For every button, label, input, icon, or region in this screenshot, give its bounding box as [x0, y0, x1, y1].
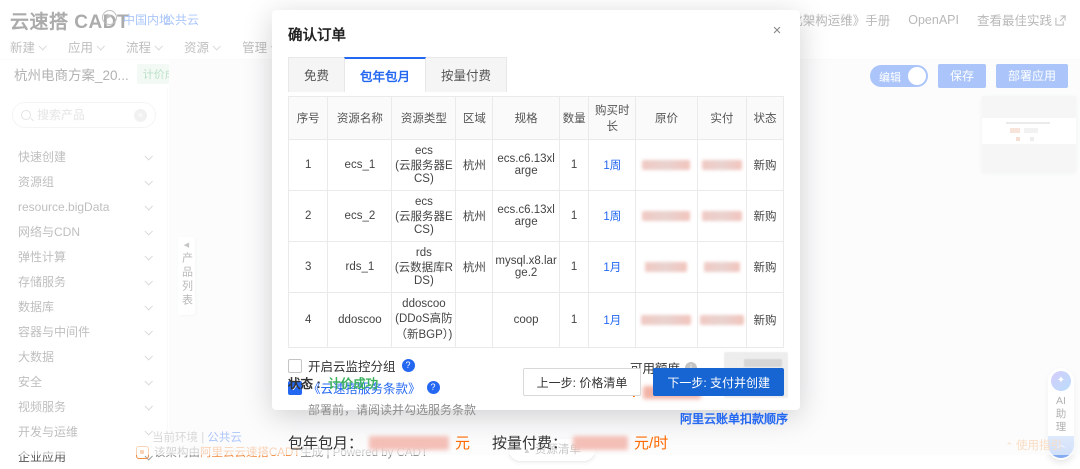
- cell-region: 杭州: [455, 139, 494, 191]
- postpaid-label: 按量付费：: [492, 435, 568, 452]
- cell-duration: 1周: [588, 190, 637, 242]
- cell-paid: [696, 139, 747, 191]
- tab-pay-as-you-go[interactable]: 按量付费: [426, 57, 508, 92]
- col-index: 序号: [287, 96, 329, 140]
- duration-link[interactable]: 1月: [603, 315, 621, 327]
- col-type: 资源类型: [391, 96, 457, 140]
- col-original-price: 原价: [635, 96, 698, 140]
- blurred-price: [642, 160, 691, 170]
- cell-qty: 1: [558, 292, 590, 348]
- duration-link[interactable]: 1月: [603, 262, 621, 274]
- cell-qty: 1: [558, 139, 590, 191]
- prev-step-button[interactable]: 上一步: 价格清单: [522, 368, 642, 396]
- cell-status: 新购: [745, 190, 785, 242]
- duration-link[interactable]: 1周: [603, 160, 621, 172]
- cell-type: ddoscoo (DDoS高防（新BGP）): [391, 292, 457, 348]
- price-summary: 包年包月： 元 按量付费： 元/时: [288, 432, 784, 453]
- cell-qty: 1: [558, 190, 590, 242]
- blurred-price: [699, 315, 744, 325]
- cell-original-price: [635, 139, 698, 191]
- table-row: 3 rds_1 rds (云数据库RDS) 杭州 mysql.x8.large.2…: [287, 241, 785, 293]
- col-paid: 实付: [696, 96, 747, 140]
- cell-spec: ecs.c6.13xlarge: [492, 190, 560, 242]
- modal-footer: 状态 : 计价成功 上一步: 价格清单 下一步: 支付并创建: [288, 368, 784, 396]
- confirm-order-modal: 确认订单 × 免费 包年包月 按量付费 序号 资源名称 资源类型 区域 规格 数…: [272, 10, 800, 452]
- type-line2: (云服务器ECS): [395, 211, 453, 236]
- tab-free[interactable]: 免费: [288, 57, 345, 92]
- cell-name: ddoscoo: [327, 292, 393, 348]
- next-step-button[interactable]: 下一步: 支付并创建: [653, 368, 784, 396]
- col-status: 状态: [745, 96, 785, 140]
- cell-duration: 1月: [588, 292, 637, 348]
- cell-name: rds_1: [327, 241, 393, 293]
- status-value: 计价成功: [328, 376, 379, 391]
- tab-subscription[interactable]: 包年包月: [344, 57, 427, 92]
- col-qty: 数量: [558, 96, 590, 140]
- blurred-price: [701, 160, 742, 170]
- blurred-prepaid-price: [369, 435, 450, 450]
- cell-original-price: [635, 241, 698, 293]
- cell-duration: 1周: [588, 139, 637, 191]
- cell-region: 杭州: [455, 190, 494, 242]
- cell-type: ecs (云服务器ECS): [391, 139, 457, 191]
- blurred-price: [701, 211, 742, 221]
- cell-index: 3: [287, 241, 329, 293]
- type-line2: (云数据库RDS): [394, 262, 453, 287]
- cell-paid: [696, 241, 747, 293]
- cell-region: [455, 292, 494, 348]
- type-line1: ddoscoo: [402, 298, 446, 310]
- billing-order-link[interactable]: 阿里云账单扣款顺序: [680, 410, 788, 427]
- cell-index: 2: [287, 190, 329, 242]
- cell-type: ecs (云服务器ECS): [391, 190, 457, 242]
- col-region: 区域: [455, 96, 494, 140]
- table-row: 1 ecs_1 ecs (云服务器ECS) 杭州 ecs.c6.13xlarge …: [287, 139, 785, 191]
- cell-status: 新购: [745, 292, 785, 348]
- table-row: 2 ecs_2 ecs (云服务器ECS) 杭州 ecs.c6.13xlarge …: [287, 190, 785, 242]
- table-header-row: 序号 资源名称 资源类型 区域 规格 数量 购买时长 原价 实付 状态: [287, 96, 785, 140]
- cell-status: 新购: [745, 241, 785, 293]
- cell-index: 1: [287, 139, 329, 191]
- col-duration: 购买时长: [588, 96, 637, 140]
- cell-status: 新购: [745, 139, 785, 191]
- postpaid-unit: 元/时: [634, 435, 669, 452]
- type-line1: ecs: [414, 145, 433, 157]
- cell-original-price: [635, 190, 698, 242]
- cell-qty: 1: [558, 241, 590, 293]
- cell-spec: ecs.c6.13xlarge: [492, 139, 560, 191]
- blurred-postpaid-price: [573, 435, 629, 450]
- blurred-bar: [744, 359, 782, 367]
- cell-name: ecs_1: [327, 139, 393, 191]
- type-line2: (云服务器ECS): [395, 160, 453, 185]
- col-spec: 规格: [492, 96, 560, 140]
- prepaid-label: 包年包月：: [288, 435, 364, 452]
- blurred-price: [703, 262, 740, 272]
- cell-paid: [696, 190, 747, 242]
- duration-link[interactable]: 1周: [603, 211, 621, 223]
- type-line2: (DDoS高防（新BGP）): [395, 313, 453, 341]
- blurred-price: [642, 211, 691, 221]
- cell-paid: [696, 292, 747, 348]
- close-icon[interactable]: ×: [768, 22, 786, 40]
- cell-name: ecs_2: [327, 190, 393, 242]
- cell-region: 杭州: [455, 241, 494, 293]
- blurred-price: [641, 315, 692, 325]
- type-line1: rds: [415, 247, 432, 259]
- cell-type: rds (云数据库RDS): [391, 241, 457, 293]
- cell-spec: mysql.x8.large.2: [492, 241, 560, 293]
- blurred-price: [645, 262, 688, 272]
- col-name: 资源名称: [327, 96, 393, 140]
- order-status: 状态 : 计价成功: [288, 373, 378, 392]
- cell-spec: coop: [492, 292, 560, 348]
- prepaid-unit: 元: [455, 435, 471, 452]
- modal-title: 确认订单: [288, 28, 346, 44]
- billing-tabs: 免费 包年包月 按量付费: [288, 57, 784, 92]
- order-table: 序号 资源名称 资源类型 区域 规格 数量 购买时长 原价 实付 状态 1 ec…: [287, 96, 785, 348]
- type-line1: ecs: [414, 196, 433, 208]
- cell-index: 4: [287, 292, 329, 348]
- status-label: 状态 :: [288, 376, 321, 391]
- cell-duration: 1月: [588, 241, 637, 293]
- cell-original-price: [635, 292, 698, 348]
- table-row: 4 ddoscoo ddoscoo (DDoS高防（新BGP）) coop 1 1…: [287, 292, 785, 348]
